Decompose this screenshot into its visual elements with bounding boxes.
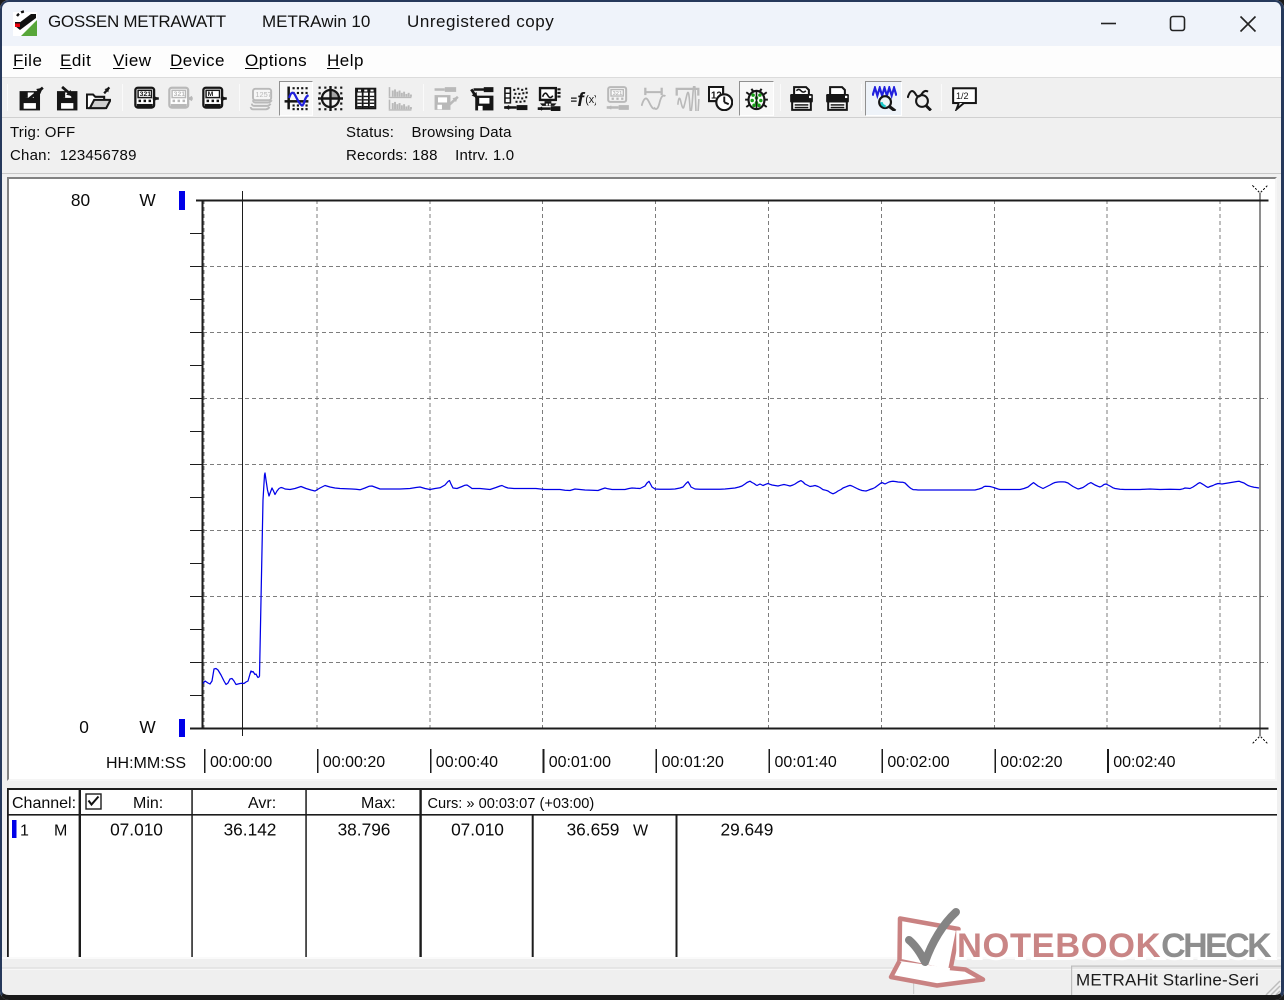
svg-text:00:00:00: 00:00:00 [210,754,272,771]
svg-text:W: W [139,717,156,737]
svg-text:Curs: » 00:03:07 (+03:00): Curs: » 00:03:07 (+03:00) [428,796,595,812]
svg-text:(x): (x) [585,94,596,106]
svg-text:00:00:20: 00:00:20 [323,754,385,771]
svg-text:321: 321 [139,91,151,98]
svg-text:1/2: 1/2 [955,91,968,101]
svg-text:00:01:00: 00:01:00 [549,754,611,771]
svg-text:29.649: 29.649 [721,820,774,840]
svg-text:36.142: 36.142 [224,820,277,840]
svg-text:321: 321 [612,91,623,97]
svg-text:NOTEBOOKCHECK: NOTEBOOKCHECK [957,927,1272,965]
svg-text:00:02:40: 00:02:40 [1113,754,1175,771]
svg-text:M: M [54,823,67,840]
svg-text:00:02:20: 00:02:20 [1000,754,1062,771]
svg-text:00:01:40: 00:01:40 [775,754,837,771]
svg-text:W: W [139,190,156,210]
svg-text:00:00:40: 00:00:40 [436,754,498,771]
svg-text:38.796: 38.796 [338,820,391,840]
svg-text:321: 321 [173,91,185,98]
svg-text:W: W [633,823,649,840]
svg-text:36.659: 36.659 [567,820,620,840]
svg-text:Avr:: Avr: [248,795,276,812]
svg-text:80: 80 [71,190,90,210]
svg-text:Max:: Max: [361,795,396,812]
svg-text:00:02:00: 00:02:00 [887,754,949,771]
svg-text:0: 0 [79,717,89,737]
svg-text:07.010: 07.010 [110,820,163,840]
svg-text:Channel:: Channel: [12,795,76,812]
svg-text:M: M [207,91,213,98]
svg-text:Min:: Min: [133,795,163,812]
svg-text:07.010: 07.010 [451,820,504,840]
svg-text:1257: 1257 [255,90,271,99]
svg-text:1: 1 [20,823,29,840]
svg-text:00:01:20: 00:01:20 [662,754,724,771]
svg-text:HH:MM:SS: HH:MM:SS [106,755,186,772]
